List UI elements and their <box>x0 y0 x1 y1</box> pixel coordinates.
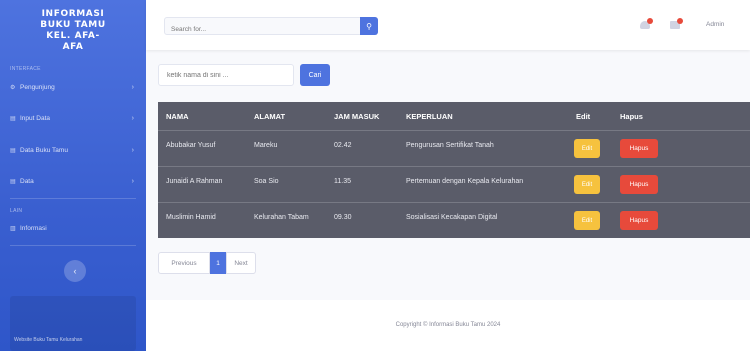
header-alamat: ALAMAT <box>254 112 286 121</box>
cell-alamat: Mareku <box>254 142 278 149</box>
edit-button[interactable]: Edit <box>574 139 600 158</box>
brand-line-4: AFA <box>62 42 84 52</box>
cell-keperluan: Sosialisasi Kecakapan Digital <box>406 214 498 221</box>
header-edit: Edit <box>576 112 591 121</box>
delete-button[interactable]: Hapus <box>620 175 658 194</box>
sidebar-item-label: Pengunjung <box>20 83 55 91</box>
chart-icon: ▥ <box>10 225 16 232</box>
sidebar-card-text: Website Buku Tamu Kelurahan <box>14 337 83 343</box>
sidebar-item-label: Informasi <box>20 224 47 232</box>
cell-alamat: Soa Sio <box>254 178 279 185</box>
footer: Copyright © Informasi Buku Tamu 2024 <box>146 300 750 351</box>
table-row: Muslimin Hamid Kelurahan Tabam 09.30 Sos… <box>158 203 750 238</box>
cell-jam-masuk: 02.42 <box>334 142 352 149</box>
chevron-right-icon: › <box>131 83 134 91</box>
brand-line-3: KEL. AFA- <box>46 31 100 41</box>
user-name[interactable]: Admin <box>706 21 724 28</box>
sidebar-item-label: Data <box>20 177 34 185</box>
sidebar-item-label: Input Data <box>20 114 50 122</box>
sidebar-brand[interactable]: INFORMASI BUKU TAMU KEL. AFA- AFA <box>0 9 146 53</box>
cari-button[interactable]: Cari <box>300 64 330 86</box>
sidebar-item-input-data[interactable]: ▤ Input Data › <box>0 109 146 127</box>
cell-keperluan: Pertemuan dengan Kepala Kelurahan <box>406 178 524 185</box>
pagination-next[interactable]: Next <box>226 252 256 274</box>
chevron-right-icon: › <box>131 177 134 185</box>
sidebar-item-data-buku-tamu[interactable]: ▤ Data Buku Tamu › <box>0 141 146 159</box>
envelope-icon[interactable] <box>670 18 683 29</box>
delete-button[interactable]: Hapus <box>620 211 658 230</box>
chevron-right-icon: › <box>131 114 134 122</box>
guest-table: NAMA ALAMAT JAM MASUK KEPERLUAN Edit Hap… <box>158 102 750 238</box>
chevron-left-icon: ‹ <box>73 266 77 276</box>
sidebar-item-label: Data Buku Tamu <box>20 146 68 154</box>
sidebar-card: Website Buku Tamu Kelurahan <box>10 296 136 351</box>
sidebar-divider <box>10 245 136 246</box>
cell-keperluan: Pengurusan Sertifikat Tanah <box>406 142 494 149</box>
pagination-previous[interactable]: Previous <box>158 252 210 274</box>
cell-alamat: Kelurahan Tabam <box>254 214 309 221</box>
table-row: Junaidi A Rahman Soa Sio 11.35 Pertemuan… <box>158 167 750 202</box>
sidebar-heading-lain: LAIN <box>10 208 23 214</box>
table-icon: ▤ <box>10 147 16 154</box>
edit-button[interactable]: Edit <box>574 211 600 230</box>
sidebar-item-informasi[interactable]: ▥ Informasi <box>0 219 146 237</box>
header-jam-masuk: JAM MASUK <box>334 112 380 121</box>
cell-jam-masuk: 11.35 <box>334 178 351 185</box>
search-input[interactable] <box>165 21 361 38</box>
cell-nama: Muslimin Hamid <box>166 214 216 221</box>
sidebar: INFORMASI BUKU TAMU KEL. AFA- AFA INTERF… <box>0 0 146 351</box>
bell-icon[interactable] <box>640 18 653 29</box>
table-header-row: NAMA ALAMAT JAM MASUK KEPERLUAN Edit Hap… <box>158 102 750 130</box>
message-badge <box>677 18 683 24</box>
sidebar-item-pengunjung[interactable]: ⚙ Pengunjung › <box>0 78 146 96</box>
topbar: ⚲ Admin <box>146 0 750 50</box>
cell-jam-masuk: 09.30 <box>334 214 352 221</box>
header-keperluan: KEPERLUAN <box>406 112 453 121</box>
table-icon: ▤ <box>10 115 16 122</box>
pagination: Previous 1 Next <box>158 252 256 274</box>
name-search-input[interactable] <box>158 64 294 86</box>
table-icon: ▤ <box>10 178 16 185</box>
edit-button[interactable]: Edit <box>574 175 600 194</box>
chevron-right-icon: › <box>131 146 134 154</box>
brand-line-1: INFORMASI <box>41 9 105 19</box>
footer-copyright: Copyright © Informasi Buku Tamu 2024 <box>395 322 501 328</box>
sidebar-heading-interface: INTERFACE <box>10 66 41 72</box>
header-nama: NAMA <box>166 112 189 121</box>
alert-badge <box>647 18 653 24</box>
search-icon: ⚲ <box>366 21 372 31</box>
cell-nama: Abubakar Yusuf <box>166 142 216 149</box>
header-hapus: Hapus <box>620 112 643 121</box>
sidebar-divider <box>10 198 136 199</box>
brand-line-2: BUKU TAMU <box>40 20 106 30</box>
sidebar-item-data[interactable]: ▤ Data › <box>0 172 146 190</box>
topbar-search: ⚲ <box>164 17 378 38</box>
gear-icon: ⚙ <box>10 84 16 91</box>
delete-button[interactable]: Hapus <box>620 139 658 158</box>
table-row: Abubakar Yusuf Mareku 02.42 Pengurusan S… <box>158 131 750 166</box>
pagination-page-1[interactable]: 1 <box>210 252 226 274</box>
search-button[interactable]: ⚲ <box>360 17 378 35</box>
cell-nama: Junaidi A Rahman <box>166 178 223 185</box>
sidebar-toggle-button[interactable]: ‹ <box>64 260 86 282</box>
